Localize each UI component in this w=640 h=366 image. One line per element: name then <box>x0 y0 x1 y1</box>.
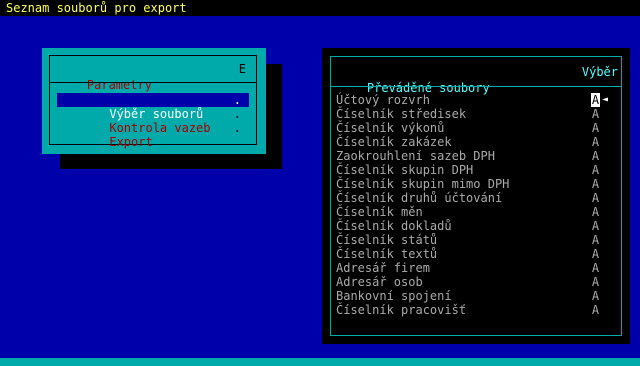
file-selection-flag[interactable]: A <box>591 261 600 275</box>
file-name: Číselník výkonů <box>336 121 445 135</box>
files-panel: Převáděné soubory Výběr Účtový rozvrh A ◄ Č… <box>322 48 630 344</box>
menu-item-key: . <box>233 93 241 107</box>
file-selection-flag[interactable]: A <box>591 219 600 233</box>
file-row[interactable]: Číselník druhů účtování A <box>336 191 620 205</box>
file-row[interactable]: Zaokrouhlení sazeb DPH A <box>336 149 620 163</box>
menu-item-key: . <box>233 121 241 135</box>
file-selection-flag[interactable]: A <box>591 275 600 289</box>
menu-item-label: Export <box>109 135 153 149</box>
file-name: Číselník zakázek <box>336 135 452 149</box>
file-selection-flag[interactable]: A <box>591 177 600 191</box>
file-row[interactable]: Číselník dokladů A <box>336 219 620 233</box>
file-name: Adresář osob <box>336 275 423 289</box>
file-selection-flag[interactable]: A <box>591 93 600 107</box>
menu-divider <box>49 82 257 83</box>
file-selection-flag[interactable]: A <box>591 191 600 205</box>
status-bar <box>0 358 640 366</box>
file-name: Bankovní spojení <box>336 289 452 303</box>
file-row[interactable]: Adresář firem A <box>336 261 620 275</box>
files-header: Převáděné soubory Výběr <box>338 64 618 95</box>
file-name: Účtový rozvrh <box>336 93 430 107</box>
menu-items: Výběr souborů . Kontrola vazeb . Export … <box>57 93 249 149</box>
file-row[interactable]: Číselník států A <box>336 233 620 247</box>
file-row[interactable]: Číselník výkonů A <box>336 121 620 135</box>
file-name: Číselník skupin DPH <box>336 163 474 177</box>
file-selection-flag[interactable]: A <box>591 107 600 121</box>
file-name: Adresář firem <box>336 261 430 275</box>
file-name: Číselník dokladů <box>336 219 452 233</box>
file-row[interactable]: Číselník textů A <box>336 247 620 261</box>
file-selection-flag[interactable]: A <box>591 247 600 261</box>
file-selection-flag[interactable]: A <box>591 135 600 149</box>
files-list: Účtový rozvrh A ◄ Číselník středisek A Číseln… <box>336 93 620 317</box>
file-selection-flag[interactable]: A <box>591 121 600 135</box>
menu-item-export[interactable]: Export . <box>57 121 249 149</box>
menu-item-file-selection[interactable]: Výběr souborů . <box>57 93 249 121</box>
file-name: Číselník pracovišť <box>336 303 467 317</box>
file-name: Zaokrouhlení sazeb DPH <box>336 149 495 163</box>
menu-item-link-check[interactable]: Kontrola vazeb . <box>57 107 249 135</box>
menu-header-key: E <box>238 62 246 76</box>
file-row[interactable]: Číselník pracovišť A <box>336 303 620 317</box>
menu-header-label: Parametry <box>86 78 152 92</box>
file-selection-flag[interactable]: A <box>591 233 600 247</box>
file-row[interactable]: Bankovní spojení A <box>336 289 620 303</box>
file-row[interactable]: Číselník měn A <box>336 205 620 219</box>
file-row[interactable]: Číselník skupin DPH A <box>336 163 620 177</box>
files-column-selection: Výběr <box>581 65 618 79</box>
file-row[interactable]: Číselník skupin mimo DPH A <box>336 177 620 191</box>
file-row[interactable]: Číselník středisek A <box>336 107 620 121</box>
file-name: Číselník států <box>336 233 438 247</box>
file-name: Číselník druhů účtování <box>336 191 503 205</box>
file-row[interactable]: Číselník zakázek A <box>336 135 620 149</box>
title-bar: Seznam souborů pro export <box>0 0 640 16</box>
file-name: Číselník středisek <box>336 107 467 121</box>
file-name: Číselník textů <box>336 247 438 261</box>
file-selection-flag[interactable]: A <box>591 289 600 303</box>
file-name: Číselník měn <box>336 205 423 219</box>
menu-item-key: . <box>233 107 241 121</box>
file-selection-flag[interactable]: A <box>591 149 600 163</box>
parameters-menu: Parametry E Výběr souborů . Kontrola vaz… <box>42 48 266 154</box>
files-divider <box>330 86 622 87</box>
file-selection-flag[interactable]: A <box>591 163 600 177</box>
file-selection-flag[interactable]: A <box>591 205 600 219</box>
menu-header: Parametry E <box>58 61 246 92</box>
window-title: Seznam souborů pro export <box>6 1 187 15</box>
file-selection-flag[interactable]: A <box>591 303 600 317</box>
file-row[interactable]: Adresář osob A <box>336 275 620 289</box>
file-name: Číselník skupin mimo DPH <box>336 177 510 191</box>
cursor-arrow-icon: ◄ <box>602 94 609 105</box>
file-row[interactable]: Účtový rozvrh A ◄ <box>336 93 620 107</box>
